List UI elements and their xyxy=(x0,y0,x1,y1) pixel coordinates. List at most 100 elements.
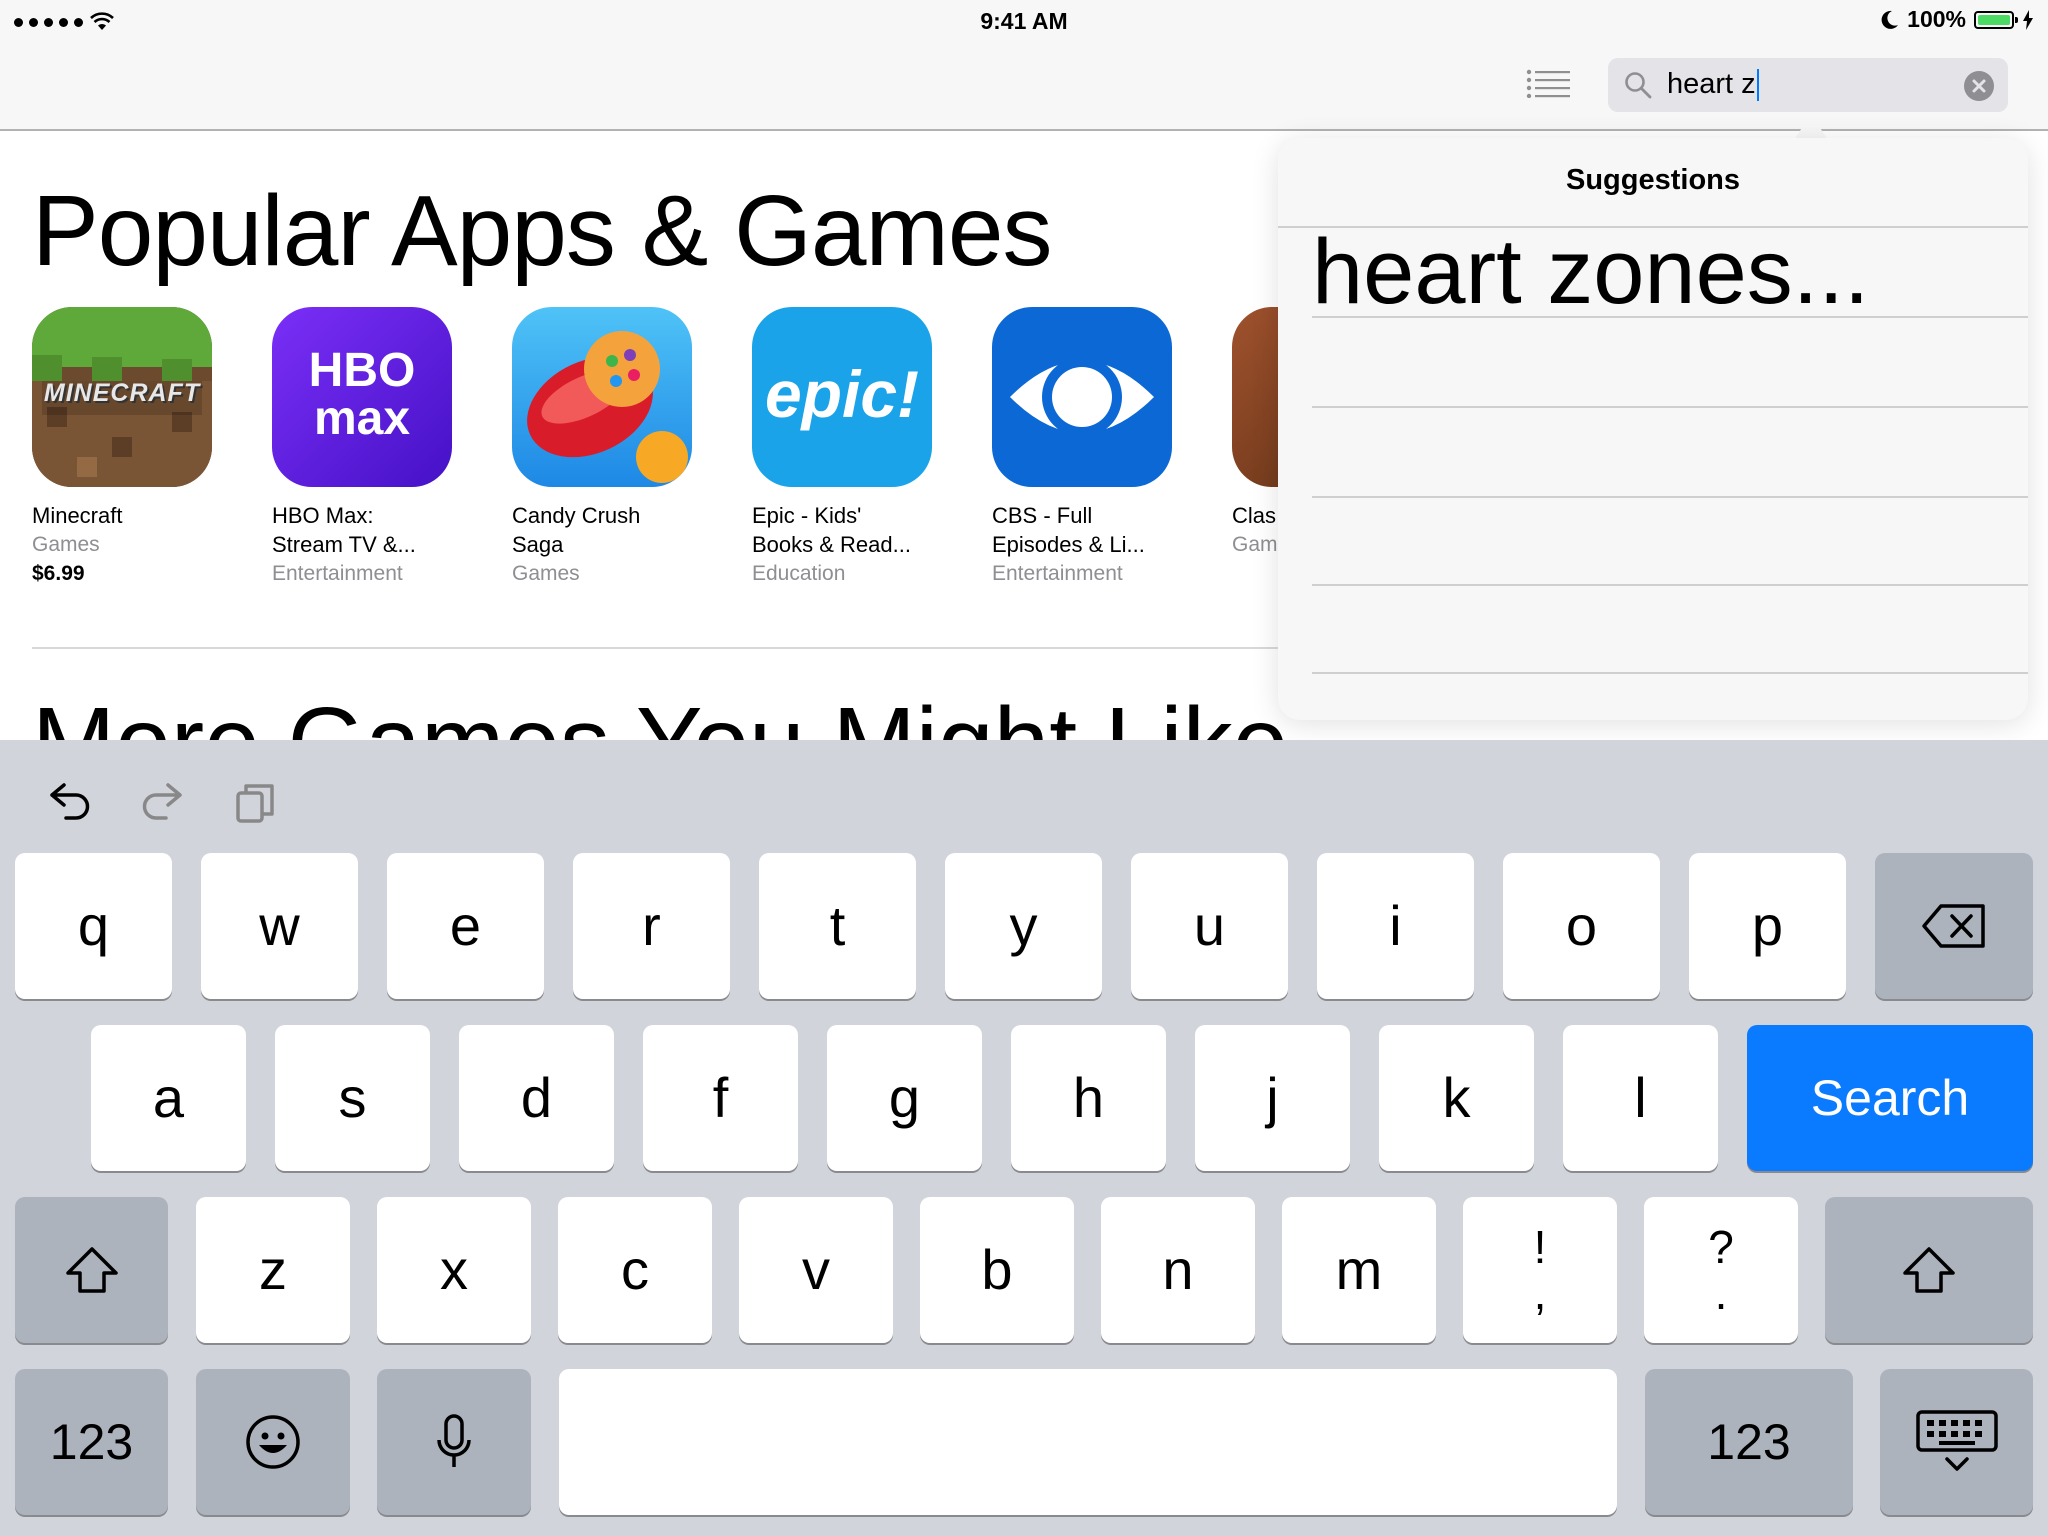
app-card-candy-crush[interactable]: Candy Crush Saga Games xyxy=(512,307,712,588)
suggestion-text: heart zones... xyxy=(1312,221,1870,323)
numbers-key-right[interactable]: 123 xyxy=(1645,1369,1853,1515)
epic-icon: epic! xyxy=(752,307,932,487)
key-y[interactable]: y xyxy=(945,853,1102,999)
app-price: $6.99 xyxy=(32,562,85,585)
shift-key-right[interactable] xyxy=(1825,1197,2033,1343)
suggestion-empty-row xyxy=(1312,584,2028,674)
redo-button[interactable] xyxy=(138,778,188,828)
list-icon xyxy=(1526,69,1570,99)
list-button[interactable] xyxy=(1526,68,1570,99)
space-key[interactable] xyxy=(559,1369,1617,1515)
app-category: Games xyxy=(32,533,100,556)
app-card-hbo-max[interactable]: HBO max HBO Max: Stream TV &... Entertai… xyxy=(272,307,472,588)
backspace-icon xyxy=(1922,904,1985,948)
key-x[interactable]: x xyxy=(377,1197,531,1343)
key-c[interactable]: c xyxy=(558,1197,712,1343)
search-input[interactable]: heart z xyxy=(1667,66,1759,102)
app-card-minecraft[interactable]: MINECRAFT Minecraft Games $6.99 xyxy=(32,307,232,588)
key-n[interactable]: n xyxy=(1101,1197,1255,1343)
paste-icon xyxy=(236,784,274,823)
suggestion-empty-row xyxy=(1312,318,2028,408)
popover-arrow xyxy=(1794,114,1828,140)
status-right: 100% xyxy=(1881,6,2034,33)
undo-button[interactable] xyxy=(44,778,94,828)
hbo-max-logo-text: HBO max xyxy=(308,344,416,445)
suggestions-popover: Suggestions heart zones... xyxy=(1278,138,2028,720)
text-caret xyxy=(1756,69,1759,102)
suggestion-empty-row xyxy=(1312,408,2028,498)
key-p[interactable]: p xyxy=(1689,853,1846,999)
charging-bolt-icon xyxy=(2023,9,2033,30)
search-value: heart z xyxy=(1667,68,1756,100)
key-question-period[interactable]: ?. xyxy=(1644,1197,1798,1343)
hbo-max-icon: HBO max xyxy=(272,307,452,487)
battery-percent: 100% xyxy=(1907,6,1966,32)
epic-logo-text: epic! xyxy=(764,357,920,431)
key-u[interactable]: u xyxy=(1131,853,1288,999)
key-j[interactable]: j xyxy=(1195,1025,1350,1171)
numbers-key-left[interactable]: 123 xyxy=(15,1369,168,1515)
suggestion-empty-row xyxy=(1312,496,2028,586)
app-name: HBO Max: Stream TV &... xyxy=(272,503,416,557)
paste-button[interactable] xyxy=(230,778,280,828)
moon-icon xyxy=(1881,10,1899,29)
shift-icon xyxy=(1903,1247,1955,1293)
emoji-icon xyxy=(246,1415,300,1469)
magnifier-icon xyxy=(1625,72,1652,99)
key-e[interactable]: e xyxy=(387,853,544,999)
suggestion-item[interactable]: heart zones... xyxy=(1312,222,2028,322)
app-card-epic[interactable]: epic! Epic - Kids' Books & Read... Educa… xyxy=(752,307,952,588)
clear-icon xyxy=(1972,79,1986,93)
candy-crush-icon xyxy=(512,307,692,487)
key-z[interactable]: z xyxy=(196,1197,350,1343)
key-f[interactable]: f xyxy=(643,1025,798,1171)
clear-search-button[interactable] xyxy=(1964,71,1994,101)
key-l[interactable]: l xyxy=(1563,1025,1718,1171)
top-bar: 9:41 AM 100% heart z xyxy=(0,0,2048,131)
minecraft-icon: MINECRAFT xyxy=(32,307,212,487)
key-g[interactable]: g xyxy=(827,1025,982,1171)
key-exclamation-comma[interactable]: !, xyxy=(1463,1197,1617,1343)
undo-icon xyxy=(50,783,90,820)
emoji-key[interactable] xyxy=(196,1369,350,1515)
battery-icon xyxy=(1974,10,2018,29)
app-name: CBS - Full Episodes & Li... xyxy=(992,503,1145,557)
redo-icon xyxy=(142,783,182,820)
section-divider xyxy=(32,647,1342,649)
search-field[interactable]: heart z xyxy=(1608,58,2008,112)
key-a[interactable]: a xyxy=(91,1025,246,1171)
dismiss-keyboard-key[interactable] xyxy=(1880,1369,2033,1515)
key-k[interactable]: k xyxy=(1379,1025,1534,1171)
key-t[interactable]: t xyxy=(759,853,916,999)
key-q[interactable]: q xyxy=(15,853,172,999)
key-s[interactable]: s xyxy=(275,1025,430,1171)
app-category: Entertainment xyxy=(992,562,1123,585)
app-category: Entertainment xyxy=(272,562,403,585)
minecraft-logo-text: MINECRAFT xyxy=(43,379,201,407)
key-w[interactable]: w xyxy=(201,853,358,999)
status-time: 9:41 AM xyxy=(980,8,1068,34)
battery-level xyxy=(1978,14,2010,25)
section-title-next: More Games You Might Like xyxy=(32,683,1288,740)
key-v[interactable]: v xyxy=(739,1197,893,1343)
app-category: Games xyxy=(512,562,580,585)
dictation-key[interactable] xyxy=(377,1369,531,1515)
key-h[interactable]: h xyxy=(1011,1025,1166,1171)
search-key[interactable]: Search xyxy=(1747,1025,2033,1171)
key-d[interactable]: d xyxy=(459,1025,614,1171)
shift-key-left[interactable] xyxy=(15,1197,168,1343)
app-card-cbs[interactable]: CBS - Full Episodes & Li... Entertainmen… xyxy=(992,307,1192,588)
app-name: Epic - Kids' Books & Read... xyxy=(752,503,911,557)
key-o[interactable]: o xyxy=(1503,853,1660,999)
microphone-icon xyxy=(437,1414,471,1467)
app-name: Minecraft xyxy=(32,503,123,528)
keyboard-dismiss-icon xyxy=(1915,1410,1998,1471)
backspace-key[interactable] xyxy=(1875,853,2033,999)
key-i[interactable]: i xyxy=(1317,853,1474,999)
shift-icon xyxy=(65,1247,118,1293)
key-m[interactable]: m xyxy=(1282,1197,1436,1343)
keyboard: q w e r t y u i o p a s d f g h j k l Se… xyxy=(0,740,2048,1536)
key-r[interactable]: r xyxy=(573,853,730,999)
key-b[interactable]: b xyxy=(920,1197,1074,1343)
suggestions-title: Suggestions xyxy=(1565,164,1740,196)
